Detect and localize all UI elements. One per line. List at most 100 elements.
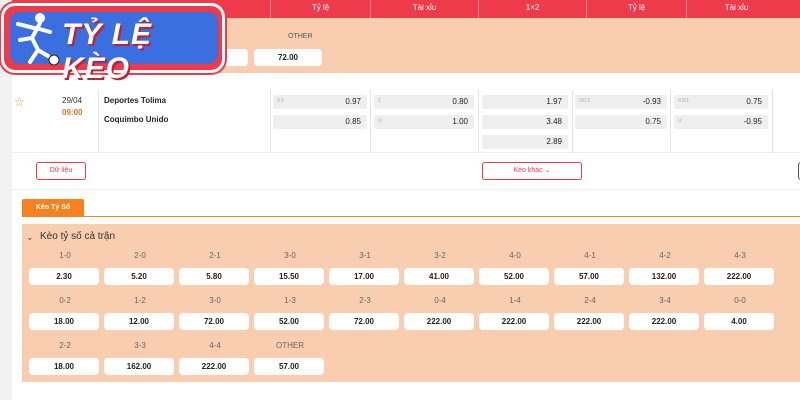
- score-odd-chip[interactable]: 222.00: [479, 313, 549, 330]
- divider: [772, 90, 773, 153]
- chevron-down-icon[interactable]: ⌄: [26, 232, 34, 243]
- odd-line: 0/0.5: [579, 98, 591, 104]
- header-h1-handicap: Tỷ lệ: [586, 0, 686, 18]
- home-team: Deportes Tolima: [104, 96, 167, 105]
- odd-ft-over[interactable]: 2 0.80: [374, 95, 474, 109]
- score-odd-chip[interactable]: 4.00: [704, 313, 774, 330]
- score-label: 4-1: [584, 251, 596, 260]
- score-odd-chip[interactable]: 18.00: [29, 358, 99, 375]
- odd-line: 2: [378, 98, 381, 104]
- header-ft-handicap: Tỷ lệ: [270, 0, 370, 18]
- header-h1-ou: Tài xỉu: [686, 0, 786, 18]
- odd-value: 0.75: [645, 117, 661, 126]
- score-odd-chip[interactable]: 222.00: [629, 313, 699, 330]
- odd-value: 3.48: [546, 117, 562, 126]
- score-odd-chip[interactable]: 57.00: [554, 268, 624, 285]
- odd-ft-under[interactable]: U 1.00: [374, 115, 474, 129]
- score-odd-chip[interactable]: 12.00: [104, 313, 174, 330]
- divider: [370, 90, 371, 153]
- score-odd-chip[interactable]: 222.00: [404, 313, 474, 330]
- odd-h1-under[interactable]: U -0.95: [674, 115, 768, 129]
- soccer-player-icon: [16, 13, 60, 66]
- odd-value: 0.97: [345, 97, 361, 106]
- divider: [572, 90, 573, 153]
- odd-value: -0.95: [743, 117, 762, 126]
- score-odd-chip[interactable]: 18.00: [29, 313, 99, 330]
- logo-text: TỶ LỆ KÈO: [62, 18, 153, 85]
- score-label: 3-2: [434, 251, 446, 260]
- score-odd-chip[interactable]: 5.20: [104, 268, 174, 285]
- score-odd-chip[interactable]: 2.30: [29, 268, 99, 285]
- score-label: 0-4: [434, 296, 446, 305]
- score-label: 2-3: [359, 296, 371, 305]
- score-odd-chip[interactable]: 162.00: [104, 358, 174, 375]
- score-label: 3-1: [359, 251, 371, 260]
- score-odd-chip[interactable]: 72.00: [179, 313, 249, 330]
- more-odds-label: Kèo khác: [513, 167, 543, 174]
- score-odd-chip[interactable]: 222.00: [179, 358, 249, 375]
- odd-h1-handicap-away[interactable]: 0.75: [575, 115, 667, 129]
- odd-value: 0.85: [345, 117, 361, 126]
- header-ft-1x2: 1×2: [478, 0, 586, 18]
- odd-value: 1.97: [546, 97, 562, 106]
- odd-ft-1x2-away[interactable]: 3.48: [482, 115, 568, 129]
- score-label: 1-3: [284, 296, 296, 305]
- score-odd-chip[interactable]: 17.00: [329, 268, 399, 285]
- score-odd-chip[interactable]: 52.00: [479, 268, 549, 285]
- score-label: OTHER: [276, 341, 304, 350]
- score-label: 3-3: [134, 341, 146, 350]
- match-time: 09:00: [62, 108, 83, 117]
- odd-value: -0.93: [642, 97, 661, 106]
- odd-line: U: [378, 118, 382, 124]
- score-odd-chip[interactable]: 15.50: [254, 268, 324, 285]
- score-label: 4-0: [509, 251, 521, 260]
- score-label: 1-4: [509, 296, 521, 305]
- score-odd-chip[interactable]: 72.00: [329, 313, 399, 330]
- score-odd-chip[interactable]: 57.00: [254, 358, 324, 375]
- score-label: 0-2: [59, 296, 71, 305]
- tab-underline: [22, 216, 800, 217]
- prev-other-label: OTHER: [288, 33, 313, 40]
- score-label: 2-0: [134, 251, 146, 260]
- divider: [478, 90, 479, 153]
- score-label: 1-2: [134, 296, 146, 305]
- score-odd-chip[interactable]: 5.80: [179, 268, 249, 285]
- score-odd-chip[interactable]: 132.00: [629, 268, 699, 285]
- score-label: 2-1: [209, 251, 221, 260]
- odd-ft-handicap-away[interactable]: 0.85: [273, 115, 367, 129]
- score-odd-chip[interactable]: 41.00: [404, 268, 474, 285]
- score-label: 4-3: [734, 251, 746, 260]
- score-label: 3-0: [284, 251, 296, 260]
- odd-line: U: [678, 118, 682, 124]
- odd-h1-over[interactable]: 0.5/1 0.75: [674, 95, 768, 109]
- score-label: 3-4: [659, 296, 671, 305]
- odd-h1-handicap-home[interactable]: 0/0.5 -0.93: [575, 95, 667, 109]
- score-odd-chip[interactable]: 52.00: [254, 313, 324, 330]
- odd-value: 0.75: [746, 97, 762, 106]
- more-odds-button[interactable]: Kèo khác ⌄: [482, 162, 582, 180]
- score-label: 4-4: [209, 341, 221, 350]
- odd-value: 1.00: [452, 117, 468, 126]
- odd-value: 2.89: [546, 137, 562, 146]
- score-label: 0-0: [734, 296, 746, 305]
- data-button[interactable]: Dữ liệu: [36, 162, 86, 180]
- score-label: 2-4: [584, 296, 596, 305]
- score-label: 1-0: [59, 251, 71, 260]
- odd-line: 0.5: [277, 98, 284, 104]
- odd-value: 0.80: [452, 97, 468, 106]
- score-odd-chip[interactable]: 222.00: [554, 313, 624, 330]
- odd-ft-handicap-home[interactable]: 0.5 0.97: [273, 95, 367, 109]
- prev-other-odd[interactable]: 72.00: [254, 49, 322, 66]
- away-team: Coquimbo Unido: [104, 115, 169, 124]
- divider: [670, 90, 671, 153]
- score-label: 3-0: [209, 296, 221, 305]
- odd-ft-1x2-draw[interactable]: 2.89: [482, 135, 568, 149]
- odd-ft-1x2-home[interactable]: 1.97: [482, 95, 568, 109]
- match-date: 29/04: [62, 96, 83, 105]
- tab-score-odds[interactable]: Kèo Tỷ Số: [22, 199, 84, 217]
- score-odd-chip[interactable]: 222.00: [704, 268, 774, 285]
- odd-line: 0.5/1: [678, 98, 690, 104]
- match-actions-row: [12, 153, 800, 190]
- favorite-star-icon[interactable]: ☆: [14, 95, 25, 109]
- score-section-title: Kèo tỷ số cả trận: [40, 231, 116, 242]
